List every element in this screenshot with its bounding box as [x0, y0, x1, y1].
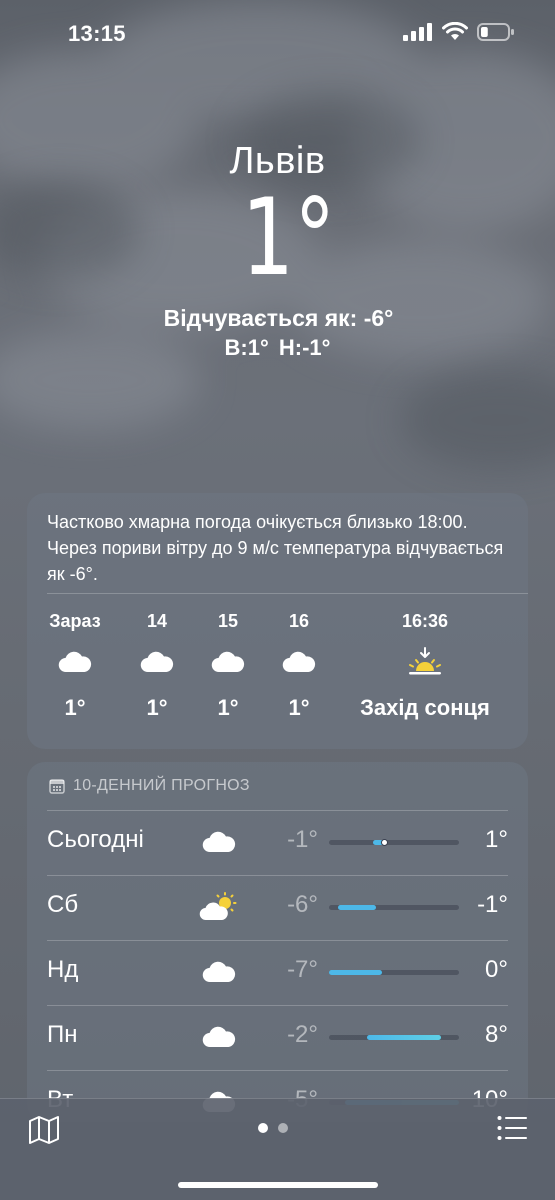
weather-summary: Частково хмарна погода очікується близьк…: [47, 512, 504, 584]
hour-label: 14: [146, 611, 168, 631]
feels-like: Відчувається як: -6°: [163, 305, 394, 331]
calendar-icon: [49, 779, 65, 794]
home-indicator: [178, 1182, 378, 1188]
forecast-day: Сьогодні: [47, 826, 144, 853]
status-icons: [403, 22, 515, 42]
cloud-icon: [202, 831, 236, 853]
forecast-row[interactable]: Сб -6° -1°: [27, 875, 528, 940]
temperature-range-bar: [329, 905, 459, 910]
cloud-icon: [202, 961, 236, 983]
cloud-icon: [140, 651, 174, 673]
page-indicator[interactable]: [258, 1123, 288, 1133]
forecast-day: Пн: [47, 1021, 78, 1048]
hour-temp: 1°: [64, 695, 86, 720]
row-divider: [47, 1070, 508, 1071]
cloud-icon: [202, 1026, 236, 1048]
cellular-signal-icon: [403, 23, 432, 41]
row-divider: [47, 940, 508, 941]
bottom-toolbar: [0, 1098, 555, 1200]
hour-temp: 1°: [217, 695, 239, 720]
page-dot: [278, 1123, 288, 1133]
current-temp-dot: [381, 839, 389, 846]
forecast-header-label: 10-ДЕННИЙ ПРОГНОЗ: [73, 777, 250, 794]
card-divider: [47, 593, 528, 594]
sunset-item: 16:36 Захід сонця: [345, 611, 505, 721]
row-divider: [47, 1005, 508, 1006]
forecast-day: Сб: [47, 891, 79, 918]
hour-item: 14 1°: [122, 611, 192, 721]
hour-item: 15 1°: [193, 611, 263, 721]
sunset-icon: [409, 647, 441, 675]
forecast-icon: [199, 889, 239, 925]
hour-label: Зараз: [49, 611, 101, 631]
current-temperature: 1°: [241, 176, 336, 299]
ten-day-forecast-card[interactable]: 10-ДЕННИЙ ПРОГНОЗ Сьогодні -1° 1° Сб -6° -1° Н…: [27, 762, 528, 1122]
map-icon[interactable]: [28, 1115, 60, 1145]
forecast-header: 10-ДЕННИЙ ПРОГНОЗ: [49, 776, 250, 796]
status-time: 13:15: [68, 21, 126, 46]
temperature-range-fill: [338, 905, 376, 910]
forecast-row[interactable]: Сьогодні -1° 1°: [27, 810, 528, 875]
forecast-row[interactable]: Нд -7° 0°: [27, 940, 528, 1005]
temperature-range-bar: [329, 839, 459, 846]
forecast-low: -1°: [287, 826, 318, 853]
battery-icon: [477, 23, 514, 41]
forecast-icon: [199, 824, 239, 860]
current-weather: Львів 1° Відчувається як: -6° В:1° Н:-1°: [0, 140, 555, 361]
hourly-forecast-card[interactable]: Частково хмарна погода очікується близьк…: [27, 493, 528, 749]
hour-label: 15: [217, 611, 239, 631]
forecast-low: -6°: [287, 891, 318, 918]
temperature-range-fill: [329, 970, 383, 975]
temperature-range-bar: [329, 1035, 459, 1040]
cloud-icon: [282, 651, 316, 673]
sunset-time: 16:36: [401, 611, 449, 631]
cloud-icon: [211, 651, 245, 673]
row-divider: [47, 810, 508, 811]
forecast-high: -1°: [477, 891, 508, 918]
hour-item: Зараз 1°: [40, 611, 110, 721]
list-icon[interactable]: [497, 1115, 527, 1141]
forecast-icon: [199, 954, 239, 990]
forecast-icon: [199, 1019, 239, 1055]
hour-temp: 1°: [288, 695, 310, 720]
hour-label: 16: [288, 611, 310, 631]
hour-item: 16 1°: [264, 611, 334, 721]
forecast-day: Нд: [47, 956, 79, 983]
page-dot: [258, 1123, 268, 1133]
wifi-icon: [442, 22, 468, 40]
forecast-low: -2°: [287, 1021, 318, 1048]
temperature-range-bar: [329, 970, 459, 975]
forecast-high: 0°: [485, 956, 508, 983]
forecast-low: -7°: [287, 956, 318, 983]
hour-temp: 1°: [146, 695, 168, 720]
cloud-icon: [58, 651, 92, 673]
forecast-row[interactable]: Пн -2° 8°: [27, 1005, 528, 1070]
row-divider: [47, 875, 508, 876]
hourly-list[interactable]: Зараз 1° 14 1° 15 1° 16 1° 16:36 Захід с…: [27, 611, 528, 731]
partly-sunny-icon: [199, 892, 237, 921]
status-bar: 13:15: [0, 0, 555, 66]
forecast-high: 8°: [485, 1021, 508, 1048]
sunset-label: Захід сонця: [360, 695, 490, 720]
forecast-high: 1°: [485, 826, 508, 853]
high-low: В:1° Н:-1°: [224, 335, 331, 360]
temperature-range-fill: [366, 1035, 441, 1040]
